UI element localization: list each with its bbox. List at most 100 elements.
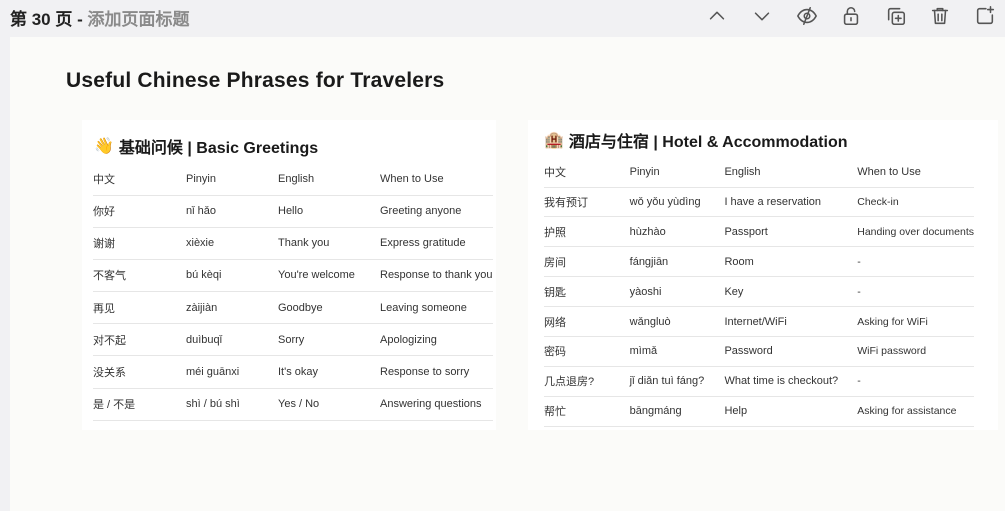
hide-page-button[interactable]: [795, 4, 819, 28]
english-cell: Thank you: [278, 237, 330, 250]
chinese-cell: 再见: [93, 302, 115, 315]
hotel-icon: 🏨: [544, 132, 564, 149]
pinyin-cell: nǐ hǎo: [186, 205, 216, 218]
usage-cell: Asking for assistance: [857, 405, 957, 418]
pinyin-cell: fángjiān: [629, 255, 669, 268]
english-cell: You're welcome: [278, 269, 355, 282]
delete-page-button[interactable]: [928, 4, 952, 28]
english-cell: Help: [724, 405, 748, 418]
slide-canvas[interactable]: Useful Chinese Phrases for Travelers 👋 基…: [10, 37, 1005, 511]
english-cell: Password: [724, 345, 773, 358]
usage-cell: -: [857, 285, 861, 298]
english-cell: What time is checkout?: [724, 375, 839, 388]
chinese-cell: 不客气: [93, 270, 126, 283]
pinyin-cell: jǐ diǎn tuì fáng?: [629, 375, 705, 388]
english-cell: Room: [724, 255, 754, 268]
add-page-button[interactable]: [973, 4, 997, 28]
english-cell: Key: [724, 285, 744, 298]
table-row: 网络 wǎngluò Internet/WiFi Asking for WiFi: [544, 306, 974, 337]
english-cell: Yes / No: [278, 398, 320, 411]
move-page-up-button[interactable]: [705, 4, 729, 28]
column-header-english: English: [278, 173, 315, 186]
lock-icon: [843, 6, 859, 26]
hotel-card[interactable]: 🏨 酒店与住宿 | Hotel & Accommodation 中文 Pinyi…: [528, 120, 998, 430]
column-header-pinyin: Pinyin: [186, 173, 216, 186]
hotel-title-text: 酒店与住宿 | Hotel & Accommodation: [568, 134, 848, 151]
chinese-cell: 护照: [544, 226, 566, 239]
hotel-card-title: 🏨 酒店与住宿 | Hotel & Accommodation: [544, 128, 848, 152]
table-row: 谢谢 xièxie Thank you Express gratitude: [93, 227, 493, 259]
move-page-down-button[interactable]: [750, 4, 774, 28]
usage-cell: Answering questions: [380, 398, 482, 411]
pinyin-cell: wǒ yǒu yùdìng: [629, 195, 701, 208]
table-header-row: 中文 Pinyin English When to Use: [93, 164, 493, 195]
chinese-cell: 几点退房?: [544, 376, 595, 389]
table-row: 你好 nǐ hǎo Hello Greeting anyone: [93, 195, 493, 227]
table-row: 对不起 duìbuqǐ Sorry Apologizing: [93, 323, 493, 356]
page-title-separator: -: [72, 10, 88, 29]
trash-icon: [931, 7, 949, 25]
table-row: 不客气 bú kèqi You're welcome Response to than…: [93, 259, 493, 291]
table-row: 几点退房? jǐ diǎn tuì fáng? What time is check…: [544, 366, 974, 396]
page-number: 第 30 页: [10, 10, 73, 29]
table-row: 护照 hùzhào Passport Handing over documents: [544, 216, 974, 247]
table-row: 我有预订 wǒ yǒu yùdìng I have a reservation Che…: [544, 187, 974, 217]
english-cell: I have a reservation: [724, 195, 822, 208]
chinese-cell: 对不起: [93, 334, 126, 347]
column-header-english: English: [724, 165, 761, 178]
hotel-table: 中文 Pinyin English When to Use 我有预订 wǒ yǒu…: [544, 157, 974, 427]
chinese-cell: 是 / 不是: [93, 399, 136, 412]
chevron-up-icon: [709, 11, 725, 20]
pinyin-cell: shì / bú shì: [186, 398, 240, 411]
table-row: 是 / 不是 shì / bú shì Yes / No Answering ques…: [93, 388, 493, 421]
usage-cell: -: [857, 375, 861, 388]
lock-page-button[interactable]: [839, 4, 863, 28]
chinese-cell: 房间: [544, 256, 566, 269]
chinese-cell: 你好: [93, 206, 115, 219]
eye-off-icon: [797, 6, 817, 26]
pinyin-cell: zàijiàn: [186, 301, 218, 314]
greetings-card-title: 👋 基础问候 | Basic Greetings: [94, 134, 318, 158]
usage-cell: Response to sorry: [380, 366, 470, 379]
greetings-card[interactable]: 👋 基础问候 | Basic Greetings 中文 Pinyin Engli…: [82, 120, 496, 430]
chinese-cell: 谢谢: [93, 238, 115, 251]
greetings-title-text: 基础问候 | Basic Greetings: [118, 140, 319, 157]
table-row: 帮忙 bāngmáng Help Asking for assistance: [544, 396, 974, 427]
duplicate-icon: [887, 7, 906, 26]
usage-cell: Leaving someone: [380, 301, 467, 314]
usage-cell: Asking for WiFi: [857, 315, 928, 328]
table-row: 房间 fángjiān Room -: [544, 246, 974, 277]
slide-title[interactable]: Useful Chinese Phrases for Travelers: [66, 69, 444, 93]
page-title-input[interactable]: 添加页面标题: [87, 10, 189, 29]
usage-cell: Handing over documents: [857, 225, 974, 238]
column-header-chinese: 中文: [544, 166, 566, 179]
chinese-cell: 钥匙: [544, 286, 566, 299]
english-cell: Hello: [278, 205, 304, 218]
usage-cell: Express gratitude: [380, 237, 466, 250]
greetings-table: 中文 Pinyin English When to Use 你好 nǐ hǎo He…: [93, 164, 493, 421]
usage-cell: -: [857, 255, 861, 268]
english-cell: Internet/WiFi: [724, 315, 787, 328]
chinese-cell: 没关系: [93, 367, 126, 380]
pinyin-cell: wǎngluò: [629, 315, 671, 328]
english-cell: Sorry: [278, 333, 305, 346]
pinyin-cell: bāngmáng: [629, 405, 682, 418]
pinyin-cell: duìbuqǐ: [186, 333, 223, 346]
pinyin-cell: mìmǎ: [629, 345, 658, 358]
waving-hand-icon: 👋: [94, 138, 114, 155]
pinyin-cell: hùzhào: [629, 225, 666, 238]
add-page-icon: [976, 6, 995, 25]
table-header-row: 中文 Pinyin English When to Use: [544, 157, 974, 187]
chinese-cell: 我有预订: [544, 196, 588, 209]
pinyin-cell: méi guānxi: [186, 366, 240, 379]
table-row: 再见 zàijiàn Goodbye Leaving someone: [93, 291, 493, 324]
column-header-chinese: 中文: [93, 174, 115, 187]
usage-cell: WiFi password: [857, 345, 927, 358]
table-row: 密码 mìmǎ Password WiFi password: [544, 336, 974, 366]
usage-cell: Response to thank you: [380, 269, 493, 282]
pinyin-cell: xièxie: [186, 237, 215, 250]
duplicate-page-button[interactable]: [884, 4, 908, 28]
column-header-when-to-use: When to Use: [380, 173, 444, 186]
english-cell: Passport: [724, 225, 768, 238]
usage-cell: Greeting anyone: [380, 205, 462, 218]
